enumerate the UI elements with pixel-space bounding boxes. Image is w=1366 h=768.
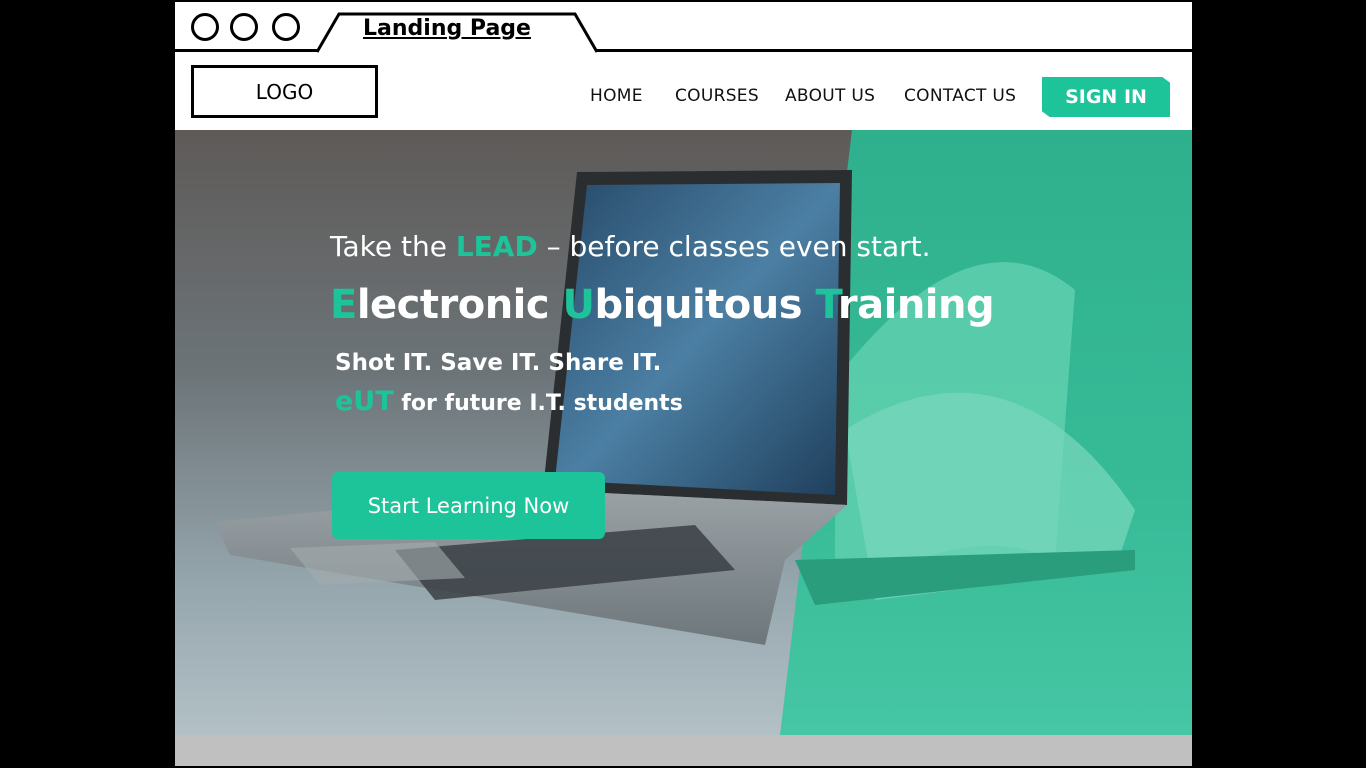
window-control-circle-icon[interactable] — [191, 13, 219, 41]
hero-section: Take the LEAD – before classes even star… — [175, 130, 1192, 735]
window-control-circle-icon[interactable] — [230, 13, 258, 41]
nav-link-home[interactable]: HOME — [590, 86, 643, 106]
window-control-circle-icon[interactable] — [272, 13, 300, 41]
eut-brand-text: eUT — [335, 386, 394, 417]
hero-tagline: Take the LEAD – before classes even star… — [330, 230, 931, 263]
nav-link-about-us[interactable]: ABOUT US — [785, 86, 875, 106]
nav-link-contact-us[interactable]: CONTACT US — [904, 86, 1016, 106]
headline-word: lectronic — [356, 282, 563, 328]
footer-strip — [175, 735, 1192, 766]
start-learning-button[interactable]: Start Learning Now — [332, 472, 605, 539]
hero-headline: Electronic Ubiquitous Training — [330, 282, 995, 328]
logo[interactable]: LOGO — [191, 65, 378, 118]
browser-window: Landing Page LOGO HOME COURSES ABOUT US … — [173, 0, 1194, 768]
headline-word: raining — [837, 282, 995, 328]
tagline-text: Take the — [330, 230, 456, 263]
browser-tab[interactable]: Landing Page — [317, 12, 601, 53]
sign-in-button[interactable]: SIGN IN — [1042, 77, 1170, 117]
hero-subtitle-2: eUT for future I.T. students — [335, 386, 683, 417]
headline-word: biquitous — [594, 282, 816, 328]
hero-subtitle: Shot IT. Save IT. Share IT. — [335, 350, 662, 376]
top-navbar: LOGO HOME COURSES ABOUT US CONTACT US SI… — [175, 55, 1192, 130]
subtitle-text: for future I.T. students — [393, 391, 683, 416]
tagline-text-end: – before classes even start. — [537, 230, 931, 263]
hero-photo — [215, 130, 1192, 735]
browser-chrome: Landing Page — [175, 2, 1192, 53]
headline-initial-t: T — [815, 282, 839, 328]
headline-initial-e: E — [330, 282, 357, 328]
headline-initial-u: U — [562, 282, 595, 328]
tab-title: Landing Page — [363, 16, 531, 41]
tagline-accent: LEAD — [455, 230, 538, 263]
nav-link-courses[interactable]: COURSES — [675, 86, 759, 106]
